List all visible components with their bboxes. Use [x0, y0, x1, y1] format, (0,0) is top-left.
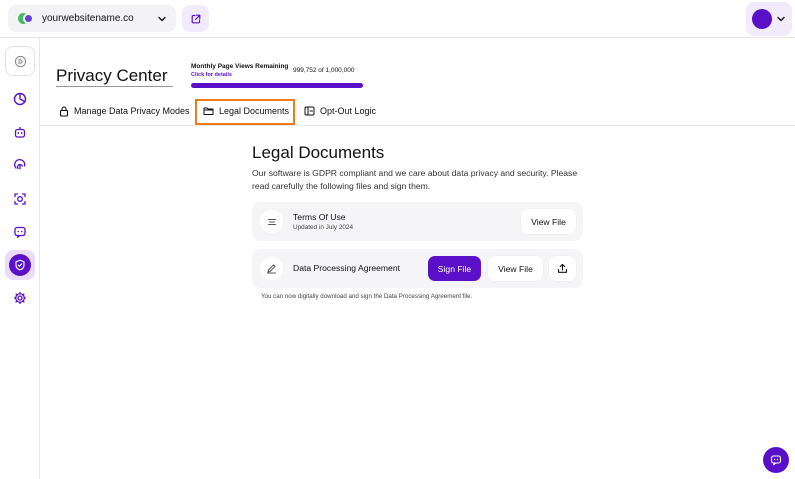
- sidebar-toggle-button[interactable]: [5, 46, 35, 76]
- document-card-terms-of-use: Terms Of Use Updated in July 2024 View F…: [252, 202, 583, 241]
- sidebar: [0, 38, 40, 479]
- section-title: Legal Documents: [252, 143, 385, 162]
- robot-icon: [14, 127, 26, 138]
- avatar: [752, 9, 772, 29]
- upload-icon: [557, 263, 568, 273]
- page-views-details-link[interactable]: Click for details: [191, 72, 232, 78]
- account-menu-button[interactable]: [746, 2, 792, 36]
- open-website-button[interactable]: [182, 5, 209, 32]
- sidebar-item-settings[interactable]: [5, 283, 35, 313]
- view-file-button[interactable]: View File: [488, 256, 543, 281]
- document-card-data-processing-agreement: Data Processing Agreement Sign File View…: [252, 249, 583, 288]
- signing-footnote: You can now digitally download and sign …: [261, 293, 473, 300]
- chevron-down-icon: [777, 16, 785, 22]
- document-updated-date: Updated in July 2024: [293, 224, 354, 231]
- page-views-label: Monthly Page Views Remaining: [191, 63, 289, 70]
- tab-legal-documents[interactable]: Legal Documents: [203, 103, 289, 119]
- shield-check-icon: [9, 254, 31, 276]
- collapse-icon: [14, 55, 26, 67]
- site-logo-icon: [18, 13, 34, 24]
- upload-file-button[interactable]: [549, 256, 576, 281]
- folder-icon: [203, 107, 214, 115]
- tab-opt-out-logic[interactable]: Opt-Out Logic: [304, 103, 376, 119]
- toggle-panel-icon: [304, 106, 315, 116]
- page-views-progress-fill: [191, 83, 363, 88]
- chat-support-button[interactable]: [763, 447, 789, 473]
- sidebar-item-scanner[interactable]: [5, 184, 35, 214]
- sidebar-item-chat[interactable]: [5, 217, 35, 247]
- lines-icon: [260, 210, 283, 233]
- sidebar-item-privacy[interactable]: [5, 250, 35, 280]
- sidebar-item-ai[interactable]: [5, 117, 35, 147]
- chat-icon: [770, 455, 782, 466]
- page-title: Privacy Center: [56, 66, 168, 85]
- page-views-count: 999,752 of 1,000,000: [293, 67, 355, 74]
- tab-label: Manage Data Privacy Modes: [74, 106, 190, 116]
- site-name: yourwebsitename.co: [42, 13, 134, 24]
- title-underline: [56, 86, 173, 87]
- fingerprint-icon: [14, 159, 26, 170]
- lock-icon: [59, 105, 69, 117]
- tab-label: Legal Documents: [219, 106, 290, 116]
- sign-file-button[interactable]: Sign File: [428, 256, 481, 281]
- chevron-down-icon: [156, 13, 168, 25]
- tab-label: Opt-Out Logic: [320, 106, 377, 116]
- pie-chart-icon: [13, 92, 27, 106]
- view-file-button[interactable]: View File: [521, 209, 576, 234]
- document-title: Terms Of Use: [293, 212, 346, 222]
- sidebar-item-analytics[interactable]: [5, 84, 35, 114]
- gear-icon: [13, 291, 27, 305]
- scan-icon: [14, 193, 26, 205]
- document-title: Data Processing Agreement: [293, 263, 401, 273]
- tabs-divider: [40, 125, 795, 126]
- sidebar-item-identity[interactable]: [5, 150, 35, 180]
- pen-icon: [260, 257, 283, 280]
- chat-icon: [14, 226, 26, 239]
- site-selector[interactable]: yourwebsitename.co: [8, 5, 176, 32]
- top-bar: yourwebsitename.co: [0, 0, 795, 38]
- tab-manage-data-privacy-modes[interactable]: Manage Data Privacy Modes: [59, 103, 190, 119]
- external-link-icon: [191, 14, 200, 23]
- section-description: Our software is GDPR compliant and we ca…: [252, 168, 578, 191]
- page-views-progress-bar: [191, 83, 363, 88]
